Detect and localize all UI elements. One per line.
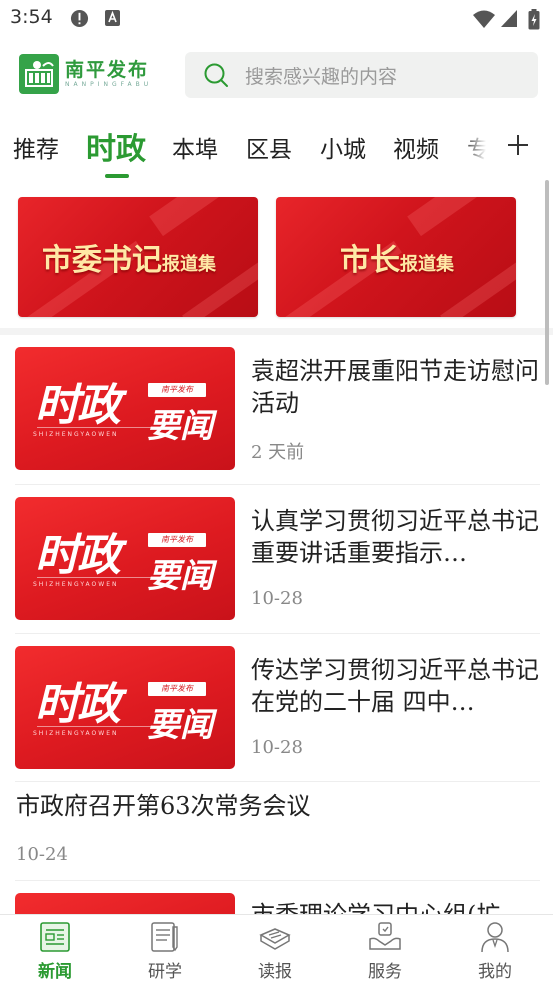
- alert-notification-icon: [70, 9, 89, 32]
- wifi-icon: [472, 9, 496, 33]
- news-title: 市政府召开第63次常务会议: [16, 792, 311, 820]
- logo-title: 南平发布: [65, 59, 150, 81]
- section-divider: [0, 328, 553, 335]
- tab-small-town[interactable]: 小城: [320, 130, 366, 164]
- status-bar: 3:54: [0, 0, 553, 36]
- nav-study[interactable]: 研学: [110, 915, 220, 984]
- tab-politics[interactable]: 时政: [86, 124, 146, 168]
- app-notification-icon: [104, 9, 121, 31]
- read-paper-icon: [259, 928, 291, 950]
- scrollbar[interactable]: [545, 180, 549, 385]
- app-logo: 南平发布 NANPINGFABU: [19, 54, 152, 94]
- add-tab-icon[interactable]: [503, 130, 533, 160]
- thumbnail-text: 时政: [35, 380, 121, 431]
- mayor-report-banner[interactable]: 市长报道集: [276, 197, 516, 317]
- news-thumbnail: 时政 南平发布 要闻 SHIZHENGYAOWEN: [15, 497, 235, 620]
- banner-title: 市长: [340, 243, 400, 278]
- nav-label: 我的: [478, 962, 512, 982]
- thumbnail-caption: SHIZHENGYAOWEN: [33, 581, 119, 588]
- app-header: 南平发布 NANPINGFABU 搜索感兴趣的内容: [0, 40, 553, 112]
- nav-label: 新闻: [38, 962, 72, 982]
- thumbnail-text: 时政: [35, 530, 121, 581]
- news-date: 10-28: [251, 588, 303, 609]
- news-title: 传达学习贯彻习近平总书记在党的二十届 四中…: [251, 656, 539, 716]
- newspaper-icon: [40, 922, 70, 952]
- active-tab-indicator: [105, 174, 129, 178]
- nav-label: 服务: [368, 962, 402, 982]
- thumbnail-badge: 南平发布: [148, 533, 206, 547]
- banner-subtitle: 报道集: [162, 254, 216, 275]
- nav-service[interactable]: 服务: [330, 915, 440, 984]
- news-date: 10-28: [251, 737, 303, 758]
- thumbnail-caption: SHIZHENGYAOWEN: [33, 730, 119, 737]
- nav-news[interactable]: 新闻: [0, 915, 110, 984]
- bottom-navigation: 新闻 研学 读报 服务 我的: [0, 914, 553, 984]
- thumbnail-text: 要闻: [147, 406, 213, 445]
- notebook-icon: [151, 922, 178, 952]
- search-input[interactable]: 搜索感兴趣的内容: [245, 62, 397, 89]
- logo-subtitle: NANPINGFABU: [65, 81, 153, 88]
- category-tabs: 推荐 时政 本埠 区县 小城 视频 专: [0, 122, 553, 182]
- news-thumbnail: [15, 893, 235, 914]
- status-time: 3:54: [10, 6, 53, 28]
- tab-local[interactable]: 本埠: [172, 130, 218, 164]
- tab-video[interactable]: 视频: [393, 130, 439, 164]
- news-thumbnail: 时政 南平发布 要闻 SHIZHENGYAOWEN: [15, 347, 235, 470]
- nav-profile[interactable]: 我的: [440, 915, 550, 984]
- thumbnail-text: 要闻: [147, 556, 213, 595]
- profile-icon: [481, 922, 509, 953]
- nav-label: 研学: [148, 962, 182, 982]
- thumbnail-badge: 南平发布: [148, 682, 206, 696]
- tab-recommend[interactable]: 推荐: [13, 130, 59, 164]
- news-thumbnail: 时政 南平发布 要闻 SHIZHENGYAOWEN: [15, 646, 235, 769]
- news-title: 袁超洪开展重阳节走访慰问活动: [251, 357, 539, 417]
- signal-icon: [500, 9, 518, 32]
- banner-title: 市委书记: [42, 243, 162, 278]
- tab-counties[interactable]: 区县: [246, 130, 292, 164]
- service-icon: [369, 922, 401, 950]
- list-item[interactable]: 市委理论学习中心组(扩: [0, 893, 553, 914]
- party-secretary-report-banner[interactable]: 市委书记报道集: [18, 197, 258, 317]
- thumbnail-caption: SHIZHENGYAOWEN: [33, 431, 119, 438]
- nav-label: 读报: [258, 962, 292, 982]
- thumbnail-text: 时政: [35, 679, 121, 730]
- thumbnail-text: 要闻: [147, 705, 213, 744]
- news-title: 市委理论学习中心组(扩: [251, 899, 541, 914]
- news-title: 认真学习贯彻习近平总书记 重要讲话重要指示…: [251, 507, 539, 567]
- search-icon: [204, 63, 228, 87]
- search-bar[interactable]: 搜索感兴趣的内容: [185, 52, 538, 98]
- logo-mark-icon: [19, 54, 59, 94]
- news-date: 2 天前: [251, 442, 305, 463]
- nav-read-paper[interactable]: 读报: [220, 915, 330, 984]
- thumbnail-badge: 南平发布: [148, 383, 206, 397]
- news-date: 10-24: [16, 844, 68, 865]
- banner-subtitle: 报道集: [400, 254, 454, 275]
- battery-icon: [528, 9, 540, 34]
